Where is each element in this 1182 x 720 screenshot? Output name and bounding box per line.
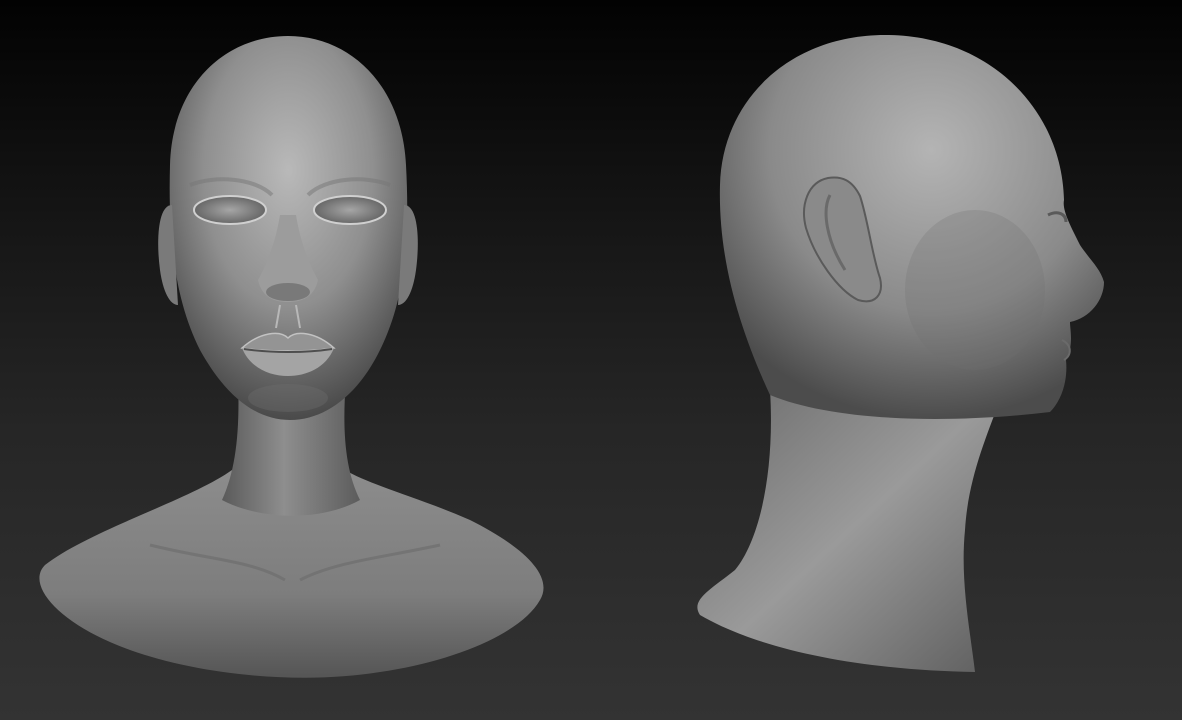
sculpt-canvas[interactable] [0, 0, 1182, 720]
sculpt-viewport[interactable] [0, 0, 1182, 720]
side-view-model [697, 35, 1104, 672]
front-eye-right [313, 195, 387, 225]
front-view-model [39, 36, 544, 678]
side-neck [697, 390, 1000, 672]
side-head [719, 35, 1104, 419]
front-eye-left [193, 195, 267, 225]
